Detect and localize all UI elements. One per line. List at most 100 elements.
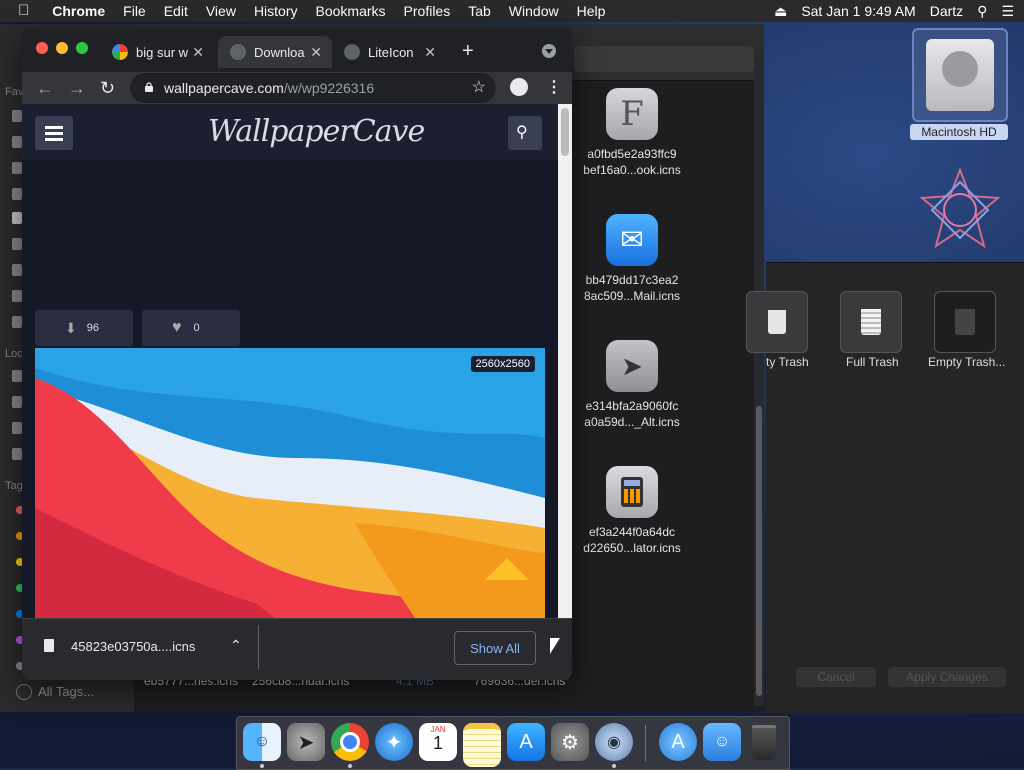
geometric-star-icon[interactable]: [918, 168, 1002, 252]
apple-menu-icon[interactable]: : [0, 0, 43, 22]
menu-bookmarks[interactable]: Bookmarks: [307, 0, 395, 22]
close-tab-icon[interactable]: ✕: [310, 44, 322, 61]
menu-help[interactable]: Help: [568, 0, 615, 22]
address-bar[interactable]: wallpapercave.com/w/wp9226316 ☆: [130, 73, 496, 103]
sidebar-item-icon[interactable]: [12, 110, 22, 122]
chrome-menu-icon[interactable]: ⋮: [546, 77, 562, 97]
close-tab-icon[interactable]: ✕: [192, 44, 204, 61]
heart-icon: ♥: [172, 319, 182, 336]
reload-icon[interactable]: ↻: [100, 78, 115, 99]
finder-search-field[interactable]: [574, 46, 754, 72]
sidebar-item-icon[interactable]: [12, 264, 22, 276]
page-scrollbar-thumb[interactable]: [561, 108, 569, 156]
cancel-button[interactable]: Cancel: [796, 667, 876, 687]
new-tab-plus-icon[interactable]: +: [462, 40, 474, 63]
tab-title: big sur w: [136, 44, 189, 60]
minimize-window-button[interactable]: [56, 42, 68, 54]
file-item-mail[interactable]: ✉ bb479dd17c3ea2 8ac509...Mail.icns: [572, 214, 692, 304]
menu-tab[interactable]: Tab: [459, 0, 500, 22]
full-trash-tile[interactable]: [840, 291, 902, 353]
notification-center-icon[interactable]: ☰: [1001, 3, 1014, 20]
finder-icon[interactable]: ☺: [243, 723, 281, 761]
download-filename[interactable]: 45823e03750a....icns: [71, 639, 195, 654]
tab-search-chevron-icon[interactable]: [542, 44, 556, 58]
sidebar-item-all-tags[interactable]: All Tags...: [38, 684, 94, 699]
close-window-button[interactable]: [36, 42, 48, 54]
forward-arrow-icon[interactable]: →: [68, 78, 86, 99]
wallpaper-preview-image[interactable]: 2560x2560: [35, 348, 545, 618]
menu-window[interactable]: Window: [500, 0, 568, 22]
chrome-window: big sur w ✕ Downloa ✕ LiteIcon ✕ + ← → ↻…: [22, 28, 572, 680]
safari-icon[interactable]: ✦: [375, 723, 413, 761]
sidebar-item-icon[interactable]: [12, 162, 22, 174]
calendar-icon[interactable]: JAN 1: [419, 723, 457, 761]
like-button[interactable]: ♥ 0: [142, 310, 240, 346]
bookmark-star-icon[interactable]: ☆: [472, 77, 486, 97]
file-item-launchpad[interactable]: ➤ e314bfa2a9060fc a0a59d..._Alt.icns: [572, 340, 692, 430]
all-tags-icon: [16, 684, 32, 700]
sidebar-item-icon[interactable]: [12, 188, 22, 200]
menu-view[interactable]: View: [197, 0, 245, 22]
app-store-icon[interactable]: A: [507, 723, 545, 761]
sidebar-item-icon[interactable]: [12, 422, 22, 434]
site-search-button[interactable]: ⚲: [508, 116, 542, 150]
dock: ☺ ➤ ✦ JAN 1 A ⚙ ◉ A ☺: [236, 716, 790, 770]
trash-label: Full Trash: [846, 355, 899, 369]
tab-google-search[interactable]: big sur w ✕: [100, 36, 214, 68]
spotlight-search-icon[interactable]: ⚲: [977, 3, 987, 20]
sidebar-item-icon[interactable]: [12, 290, 22, 302]
sidebar-item-icon[interactable]: [12, 396, 22, 408]
trash-icon[interactable]: [745, 723, 783, 761]
scrollbar-thumb[interactable]: [756, 406, 762, 696]
tab-downloads[interactable]: Downloa ✕: [218, 36, 332, 68]
menu-history[interactable]: History: [245, 0, 307, 22]
finder-folder-icon[interactable]: ☺: [703, 723, 741, 761]
apply-changes-button[interactable]: Apply Changes: [888, 667, 1006, 687]
launchpad-dock-icon[interactable]: ➤: [287, 723, 325, 761]
sidebar-item-icon[interactable]: [12, 212, 22, 224]
app-menu[interactable]: Chrome: [43, 0, 114, 22]
empty-trash-icon: [768, 310, 786, 334]
empty-trash-tile[interactable]: [746, 291, 808, 353]
system-preferences-icon[interactable]: ⚙: [551, 723, 589, 761]
chevron-up-icon[interactable]: ⌃: [230, 637, 242, 654]
dark-trash-tile[interactable]: [934, 291, 996, 353]
scroll-to-top-arrow-icon[interactable]: [485, 558, 529, 580]
sidebar-item-icon[interactable]: [12, 370, 22, 382]
tab-liteicon[interactable]: LiteIcon ✕: [332, 36, 446, 68]
sidebar-item-icon[interactable]: [12, 136, 22, 148]
finder-scrollbar[interactable]: [754, 56, 764, 706]
trash-icon-panel: ty Trash Full Trash Empty Trash... Cance…: [746, 262, 1024, 713]
sidebar-section-tags: Tag: [5, 480, 23, 492]
liteicon-icon[interactable]: ◉: [595, 723, 633, 761]
chrome-icon[interactable]: [331, 723, 369, 761]
show-all-button[interactable]: Show All: [454, 631, 536, 665]
app-store-downloads-icon[interactable]: A: [659, 723, 697, 761]
eject-icon[interactable]: ⏏: [774, 3, 787, 20]
menu-file[interactable]: File: [114, 0, 155, 22]
notes-icon[interactable]: [463, 723, 501, 767]
menubar-user[interactable]: Dartz: [930, 3, 963, 19]
download-count-button[interactable]: ⬇ 96: [35, 310, 133, 346]
calendar-day: 1: [432, 733, 443, 753]
page-scrollbar[interactable]: [558, 104, 572, 618]
wallpapercave-logo[interactable]: WallpaperCave: [208, 114, 425, 149]
menu-profiles[interactable]: Profiles: [395, 0, 460, 22]
macintosh-hd-icon[interactable]: [912, 28, 1008, 122]
macintosh-hd-label[interactable]: Macintosh HD: [910, 124, 1008, 140]
menu-edit[interactable]: Edit: [155, 0, 197, 22]
back-arrow-icon[interactable]: ←: [36, 78, 54, 99]
globe-favicon-icon: [344, 44, 360, 60]
trash-label: ty Trash: [766, 355, 809, 369]
menubar-clock[interactable]: Sat Jan 1 9:49 AM: [801, 3, 915, 19]
hamburger-menu-icon[interactable]: [35, 116, 73, 150]
file-item-font-book[interactable]: F a0fbd5e2a93ffc9 bef16a0...ook.icns: [572, 88, 692, 178]
sidebar-item-icon[interactable]: [12, 238, 22, 250]
lock-icon[interactable]: [144, 82, 154, 92]
file-item-calculator[interactable]: ef3a244f0a64dc d22650...lator.icns: [572, 466, 692, 556]
close-tab-icon[interactable]: ✕: [424, 44, 436, 61]
sidebar-item-icon[interactable]: [12, 448, 22, 460]
profile-avatar-icon[interactable]: [510, 78, 528, 96]
sidebar-item-icon[interactable]: [12, 316, 22, 328]
zoom-window-button[interactable]: [76, 42, 88, 54]
